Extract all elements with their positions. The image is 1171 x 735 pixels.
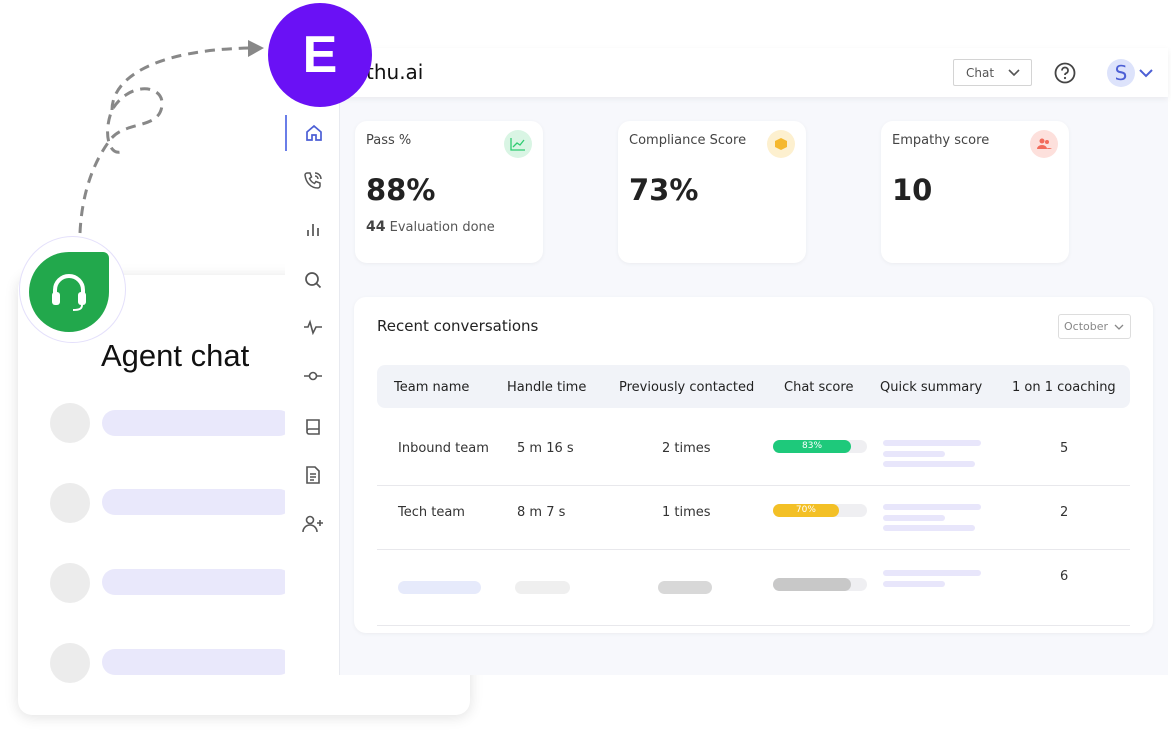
user-avatar[interactable]: S bbox=[1107, 59, 1135, 87]
coaching-count: 2 bbox=[1060, 505, 1069, 520]
summary-placeholder bbox=[883, 525, 975, 531]
avatar-placeholder bbox=[50, 643, 90, 683]
team-name: Inbound team bbox=[398, 441, 489, 456]
row-divider bbox=[377, 485, 1130, 486]
pass-card: Pass % 88% 44 Evaluation done bbox=[355, 121, 543, 263]
column-header: Handle time bbox=[507, 380, 587, 395]
message-placeholder bbox=[102, 489, 292, 515]
chevron-down-icon bbox=[1114, 324, 1124, 330]
message-placeholder bbox=[102, 569, 292, 595]
summary-placeholder bbox=[883, 504, 981, 510]
bar-chart-icon bbox=[306, 224, 319, 236]
commit-icon bbox=[303, 371, 322, 381]
column-header: Chat score bbox=[784, 380, 854, 395]
sidebar-item-document[interactable] bbox=[285, 460, 340, 490]
help-icon[interactable] bbox=[1054, 62, 1076, 84]
chat-score-fill bbox=[773, 578, 852, 591]
top-header bbox=[340, 48, 1168, 97]
month-select[interactable]: October bbox=[1058, 314, 1131, 339]
summary-placeholder bbox=[883, 461, 975, 467]
handle-time: 5 m 16 s bbox=[517, 441, 574, 456]
panel-title: Recent conversations bbox=[377, 317, 539, 335]
coaching-count: 6 bbox=[1060, 569, 1069, 584]
row-divider bbox=[377, 625, 1130, 626]
chat-score-bar bbox=[773, 578, 867, 591]
coaching-count: 5 bbox=[1060, 441, 1069, 456]
chat-score-bar: 83% bbox=[773, 440, 867, 453]
channel-select-value: Chat bbox=[966, 65, 995, 80]
handle-time-placeholder bbox=[515, 581, 570, 594]
users-icon bbox=[1030, 130, 1058, 158]
summary-placeholder bbox=[883, 440, 981, 446]
sidebar-item-search[interactable] bbox=[285, 265, 340, 295]
card-label: Pass % bbox=[366, 133, 412, 148]
channel-select[interactable]: Chat bbox=[953, 59, 1032, 86]
compliance-card: Compliance Score 73% bbox=[618, 121, 806, 263]
phone-call-icon bbox=[303, 172, 322, 189]
column-header: Team name bbox=[394, 380, 470, 395]
sidebar-item-book[interactable] bbox=[285, 412, 340, 442]
card-value: 88% bbox=[366, 173, 436, 207]
column-header: 1 on 1 coaching bbox=[1012, 380, 1116, 395]
card-label: Empathy score bbox=[892, 133, 990, 148]
summary-placeholder bbox=[883, 570, 981, 576]
summary-placeholder bbox=[883, 451, 945, 457]
team-name-placeholder bbox=[398, 581, 481, 594]
previously-contacted: 1 times bbox=[662, 505, 711, 520]
chat-score-fill: 83% bbox=[773, 440, 852, 453]
month-select-value: October bbox=[1064, 320, 1109, 333]
home-icon bbox=[305, 124, 322, 141]
avatar-placeholder bbox=[50, 563, 90, 603]
team-name: Tech team bbox=[398, 505, 465, 520]
headset-icon bbox=[29, 252, 109, 332]
activity-icon bbox=[303, 319, 322, 335]
message-placeholder bbox=[102, 649, 292, 675]
search-icon bbox=[304, 272, 321, 289]
card-value: 73% bbox=[629, 173, 699, 207]
contacted-placeholder bbox=[658, 581, 712, 594]
summary-placeholder bbox=[883, 515, 945, 521]
sidebar-item-commit[interactable] bbox=[285, 361, 340, 391]
empathy-card: Empathy score 10 bbox=[881, 121, 1069, 263]
column-header: Previously contacted bbox=[619, 380, 755, 395]
card-value: 10 bbox=[892, 173, 933, 207]
handle-time: 8 m 7 s bbox=[517, 505, 566, 520]
sidebar-item-add-user[interactable] bbox=[285, 509, 340, 539]
logo-e: E bbox=[268, 3, 372, 107]
message-placeholder bbox=[102, 410, 292, 436]
card-subtext: 44 Evaluation done bbox=[366, 219, 495, 235]
brand-name: thu.ai bbox=[366, 60, 424, 84]
avatar-placeholder bbox=[50, 483, 90, 523]
chart-line-icon bbox=[504, 130, 532, 158]
chevron-down-icon bbox=[1008, 68, 1020, 76]
chat-score-fill: 70% bbox=[773, 504, 839, 517]
sidebar-item-activity[interactable] bbox=[285, 312, 340, 342]
document-icon bbox=[305, 466, 320, 484]
summary-placeholder bbox=[883, 581, 945, 587]
dashed-connector-arrow bbox=[78, 40, 264, 234]
row-divider bbox=[377, 549, 1130, 550]
add-user-icon bbox=[301, 515, 323, 533]
previously-contacted: 2 times bbox=[662, 441, 711, 456]
agent-chat-title: Agent chat bbox=[101, 338, 250, 373]
chat-score-bar: 70% bbox=[773, 504, 867, 517]
box-icon bbox=[767, 130, 795, 158]
avatar-placeholder bbox=[50, 403, 90, 443]
user-menu-chevron-icon[interactable] bbox=[1139, 69, 1153, 78]
column-header: Quick summary bbox=[880, 380, 983, 395]
card-label: Compliance Score bbox=[629, 133, 747, 148]
book-icon bbox=[305, 419, 320, 435]
